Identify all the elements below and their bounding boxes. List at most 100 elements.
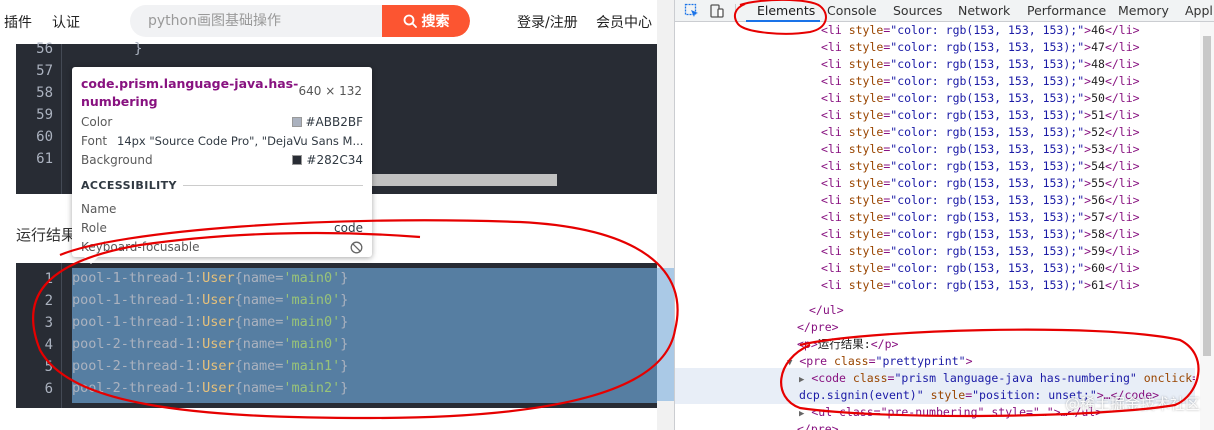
tab-network[interactable]: Network [958,3,1010,18]
code-token: 'main0' [283,292,341,308]
code-token: User [202,270,235,286]
dom-token: "color: rgb(153, 153, 153);" [890,91,1085,105]
dom-token: 47 [1091,40,1105,54]
dom-tree-scrollbar[interactable] [1200,22,1214,430]
dom-node-li[interactable]: <li style="color: rgb(153, 153, 153);">4… [821,73,1140,90]
code-token: User [202,336,235,352]
expand-triangle-icon[interactable]: ▼ [787,358,792,368]
nav-auth-link[interactable]: 认证 [52,12,80,32]
dom-token: <li [821,74,849,88]
dom-token: </li> [1104,193,1140,207]
dom-token: style [848,40,884,54]
dom-node-li[interactable]: <li style="color: rgb(153, 153, 153);">5… [821,175,1140,192]
dom-node-li[interactable]: <li style="color: rgb(153, 153, 153);">4… [821,39,1140,56]
dom-token: "color: rgb(153, 153, 153);" [890,261,1085,275]
tooltip-key: Name [81,202,117,216]
dom-node-li[interactable]: <li style="color: rgb(153, 153, 153);">4… [821,56,1140,73]
code-token: pool-1-thread-1 [72,314,194,330]
scrollbar-thumb[interactable] [1203,36,1211,356]
dom-node-code[interactable]: ▶ <code class="prism language-java has-n… [799,370,1195,387]
dom-token: style [848,142,884,156]
tab-sources[interactable]: Sources [893,3,942,18]
dom-node-li[interactable]: <li style="color: rgb(153, 153, 153);">5… [821,158,1140,175]
dom-token: "color: rgb(153, 153, 153);" [890,176,1085,190]
dom-node-li[interactable]: <li style="color: rgb(153, 153, 153);">4… [821,22,1140,39]
code-token: : [193,292,203,308]
dom-token: "color: rgb(153, 153, 153);" [890,23,1085,37]
nav-plugins-link[interactable]: 插件 [4,12,32,32]
inspect-element-icon[interactable] [684,3,700,19]
code-token: 'main2' [283,380,341,396]
collapse-triangle-icon[interactable]: ▶ [799,375,804,385]
dom-node-li[interactable]: <li style="color: rgb(153, 153, 153);">5… [821,107,1140,124]
output-code-line: pool-2-thread-1:User{name='main0'} [72,336,348,352]
tag-text: <p> [797,337,818,351]
output-code-line: pool-2-thread-1:User{name='main1'} [72,358,348,374]
dom-token: "color: rgb(153, 153, 153);" [890,278,1085,292]
line-number: 4 [44,337,53,353]
dom-token: style [848,125,884,139]
tooltip-row-color: Color #ABB2BF [81,113,363,131]
line-number-gutter: 1 2 3 4 5 6 [16,263,62,408]
dom-token: <li [821,23,849,37]
dom-node-li[interactable]: <li style="color: rgb(153, 153, 153);">5… [821,90,1140,107]
attr-name: class [833,354,869,368]
dom-token: 50 [1091,91,1105,105]
dom-node-li[interactable]: <li style="color: rgb(153, 153, 153);">5… [821,192,1140,209]
output-code-line: pool-1-thread-1:User{name='main0'} [72,270,348,286]
dom-node-li[interactable]: <li style="color: rgb(153, 153, 153);">5… [821,226,1140,243]
login-link[interactable]: 登录/注册 [517,12,578,32]
collapse-triangle-icon[interactable]: ▶ [799,409,804,419]
dom-node-li[interactable]: <li style="color: rgb(153, 153, 153);">6… [821,260,1140,277]
attr-name: onclick [1143,371,1193,385]
dom-token: <li [821,57,849,71]
web-page-pane: 插件 认证 搜索 登录/注册 会员中心 56 57 58 59 60 61 } [0,0,657,430]
dom-token: </li> [1104,159,1140,173]
dom-node-ul[interactable]: ▶ <ul class="pre-numbering" style="…">…<… [799,404,1102,421]
attr-name: style [930,388,966,402]
dom-node-li[interactable]: <li style="color: rgb(153, 153, 153);">5… [821,243,1140,260]
dom-node-p[interactable]: <p>运行结果:</p> [797,336,898,353]
search-button[interactable]: 搜索 [382,5,470,37]
dom-token: <li [821,261,849,275]
dom-token: <li [821,227,849,241]
line-number: 57 [36,63,53,79]
dom-token: style [848,91,884,105]
tab-console[interactable]: Console [827,3,877,18]
dom-node[interactable]: </pre> [797,319,839,336]
dom-token: <li [821,176,849,190]
line-number: 60 [36,129,53,145]
tooltip-key: Color [81,115,113,129]
dom-token: "color: rgb(153, 153, 153);" [890,108,1085,122]
search-input[interactable] [130,5,382,37]
dom-node-li[interactable]: <li style="color: rgb(153, 153, 153);">5… [821,209,1140,226]
tab-memory[interactable]: Memory [1118,3,1169,18]
tag-text: </ul> [809,303,844,317]
tab-application[interactable]: Applic [1185,3,1214,18]
dom-node-li[interactable]: <li style="color: rgb(153, 153, 153);">6… [821,277,1140,294]
dom-token: </li> [1104,227,1140,241]
text-node: 运行结果: [817,337,871,351]
dom-token: <li [821,108,849,122]
tab-elements[interactable]: Elements [757,3,815,18]
code-token: 'main0' [283,336,341,352]
code-token: pool-2-thread-1 [72,358,194,374]
dom-node-li[interactable]: <li style="color: rgb(153, 153, 153);">5… [821,141,1140,158]
dom-node[interactable]: </ul> [809,302,844,319]
dom-token: </li> [1104,125,1140,139]
dom-node[interactable]: </pre> [797,421,839,430]
dom-token: <li [821,91,849,105]
tab-performance[interactable]: Performance [1027,3,1106,18]
dom-node-pre[interactable]: ▼ <pre class="prettyprint"> [787,353,973,370]
attr-value: "prism language-java has-numbering" [894,371,1137,385]
dom-token: "color: rgb(153, 153, 153);" [890,74,1085,88]
dom-token: style [848,210,884,224]
dom-node-li[interactable]: <li style="color: rgb(153, 153, 153);">5… [821,124,1140,141]
code-token: : [193,336,203,352]
member-center-link[interactable]: 会员中心 [596,12,652,32]
device-toggle-icon[interactable] [709,3,725,19]
code-token: {name= [234,358,284,374]
accessibility-section-header: ACCESSIBILITY [81,179,363,192]
gutter-highlight [657,268,674,401]
line-number: 1 [44,271,53,287]
